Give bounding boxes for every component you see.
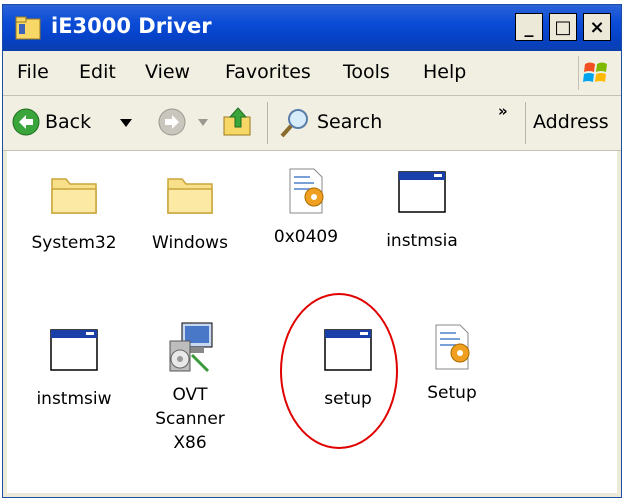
forward-arrow-icon[interactable]: [157, 107, 187, 137]
application-window-icon: [50, 329, 98, 371]
file-label: instmsia: [386, 231, 458, 251]
search-button[interactable]: Search: [273, 104, 423, 142]
menu-bar: File Edit View Favorites Tools Help: [3, 51, 621, 96]
folder-icon: [51, 178, 97, 214]
back-button[interactable]: Back: [9, 104, 157, 142]
up-folder-icon[interactable]: [221, 105, 255, 139]
file-label: 0x0409: [273, 227, 339, 247]
file-item-instmsiw[interactable]: instmsiw: [19, 327, 129, 411]
application-window-icon: [398, 171, 446, 213]
close-button[interactable]: ×: [583, 13, 611, 41]
toolbar-overflow-button[interactable]: »: [498, 102, 508, 120]
back-dropdown-icon[interactable]: [119, 118, 133, 128]
maximize-button[interactable]: □: [549, 13, 577, 41]
file-item-ovt-scanner[interactable]: OVT Scanner X86: [135, 319, 245, 455]
file-item-system32[interactable]: System32: [19, 171, 129, 255]
installer-icon: [169, 322, 213, 373]
close-icon: ×: [589, 16, 605, 38]
file-label: Windows: [152, 233, 228, 253]
file-item-0x0409[interactable]: 0x0409: [251, 165, 361, 249]
file-label: Setup: [427, 383, 477, 403]
menu-view[interactable]: View: [145, 61, 190, 83]
file-label: System32: [31, 233, 117, 253]
file-label-line: Scanner: [155, 409, 225, 429]
toolbar-separator: [525, 102, 526, 144]
search-icon: [280, 109, 308, 138]
search-label: Search: [317, 111, 383, 133]
file-item-instmsia[interactable]: instmsia: [367, 169, 477, 253]
forward-dropdown-icon[interactable]: [197, 118, 209, 127]
minimize-icon: _: [524, 16, 534, 38]
toolbar-separator: [267, 102, 268, 144]
file-label: OVT Scanner X86: [135, 383, 245, 455]
config-file-icon: [289, 168, 324, 214]
maximize-icon: □: [554, 16, 572, 38]
toolbar: Back Search » Address: [3, 96, 621, 151]
menu-help[interactable]: Help: [423, 61, 466, 83]
windows-logo-icon: [578, 56, 607, 90]
file-item-windows[interactable]: Windows: [135, 171, 245, 255]
file-label-line: X86: [173, 433, 207, 453]
config-file-icon: [435, 324, 470, 370]
folder-icon: [167, 178, 213, 214]
highlight-circle: [280, 293, 398, 449]
back-label: Back: [45, 111, 92, 133]
menu-favorites[interactable]: Favorites: [225, 61, 311, 83]
address-label[interactable]: Address: [533, 111, 609, 133]
menu-tools[interactable]: Tools: [343, 61, 390, 83]
file-item-setup-ini[interactable]: Setup: [397, 321, 507, 405]
title-bar[interactable]: iE3000 Driver _ □ ×: [3, 5, 621, 51]
menu-edit[interactable]: Edit: [79, 61, 116, 83]
back-arrow-icon: [12, 108, 40, 136]
folder-icon: [15, 16, 41, 40]
menu-file[interactable]: File: [17, 61, 49, 83]
minimize-button[interactable]: _: [515, 13, 543, 41]
file-label-line: OVT: [172, 385, 208, 405]
file-label: instmsiw: [36, 389, 112, 409]
window-title: iE3000 Driver: [51, 14, 212, 38]
